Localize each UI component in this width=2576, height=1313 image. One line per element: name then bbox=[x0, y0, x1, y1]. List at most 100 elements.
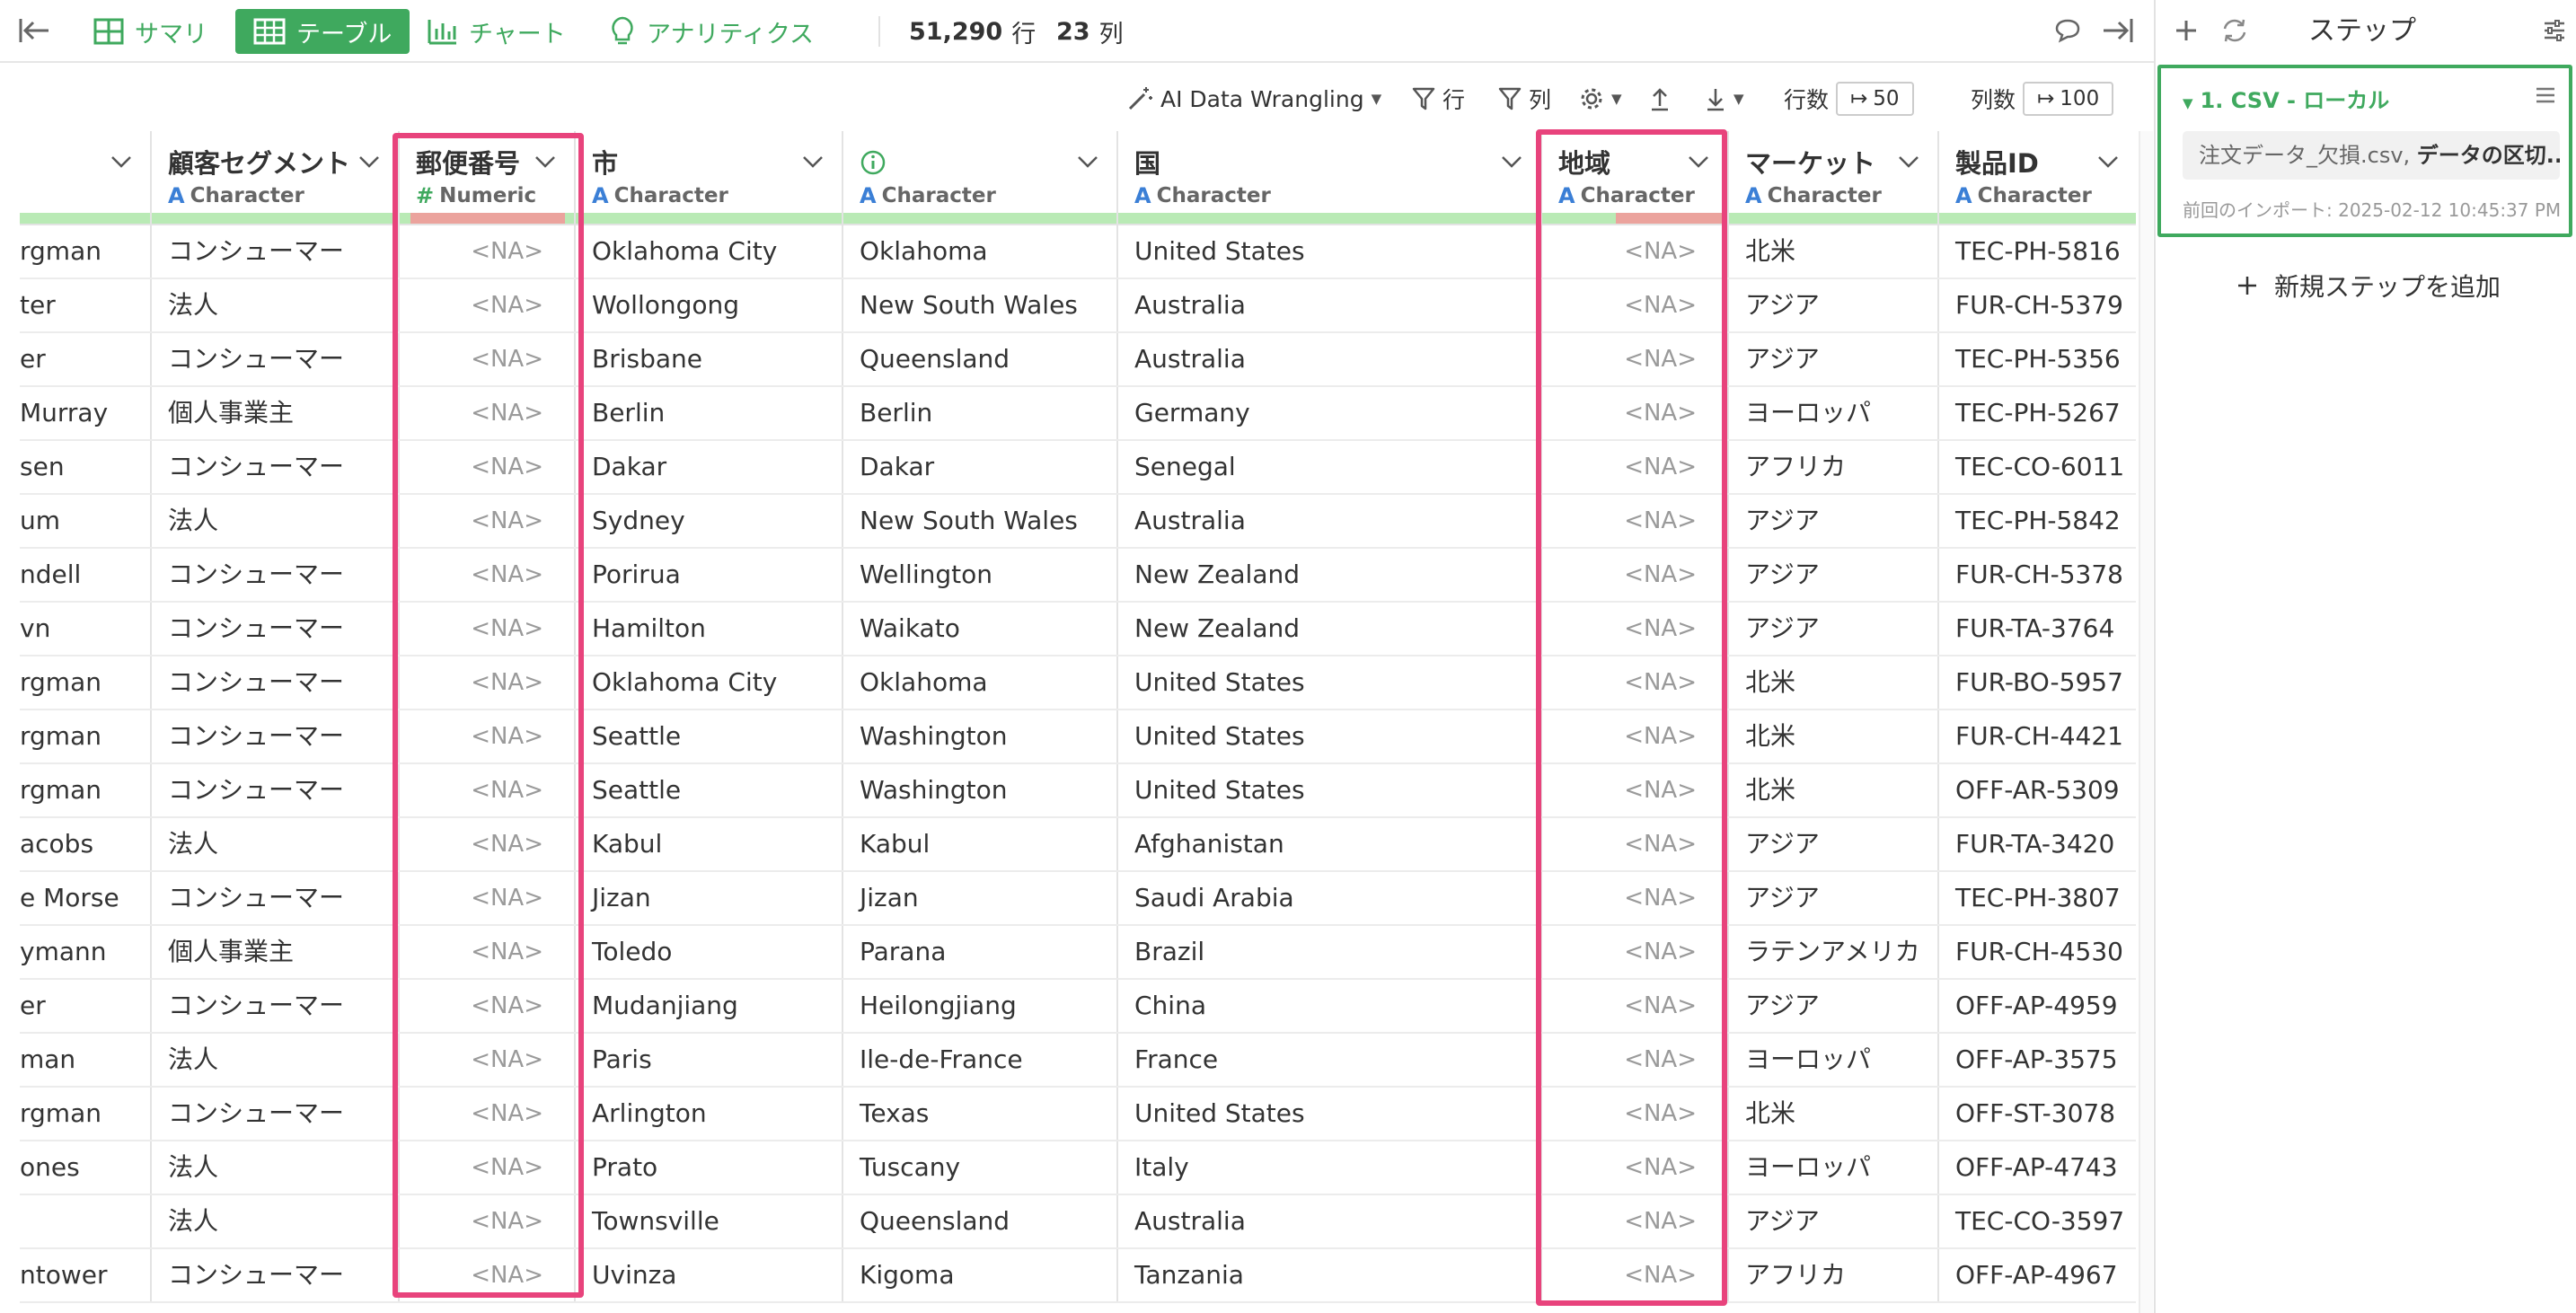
table-cell[interactable]: アジア bbox=[1728, 871, 1939, 926]
table-cell[interactable]: Washington bbox=[842, 709, 1118, 764]
chevron-down-icon[interactable] bbox=[802, 154, 824, 169]
table-cell[interactable]: Oklahoma bbox=[842, 656, 1118, 710]
chevron-down-icon[interactable] bbox=[1898, 154, 1919, 169]
table-cell[interactable]: <NA> bbox=[1541, 709, 1729, 764]
table-row[interactable]: 法人 <NA> Townsville Queensland Australia <NA> ア… bbox=[20, 1194, 2136, 1249]
table-row[interactable]: ter 法人 <NA> Wollongong New South Wales Austra… bbox=[20, 278, 2136, 333]
chevron-down-icon[interactable] bbox=[2097, 154, 2119, 169]
table-cell[interactable]: Dakar bbox=[575, 440, 843, 495]
table-cell[interactable]: コンシューマー bbox=[151, 602, 400, 656]
column-filter-button[interactable]: 列 bbox=[1498, 81, 1551, 117]
table-cell[interactable]: Hamilton bbox=[575, 602, 843, 656]
table-cell[interactable]: Waikato bbox=[842, 602, 1118, 656]
column-header[interactable]: 顧客セグメント A Character bbox=[151, 131, 400, 225]
table-cell[interactable]: アジア bbox=[1728, 979, 1939, 1034]
tab-table[interactable]: テーブル bbox=[235, 9, 410, 54]
table-row[interactable]: ymann 個人事業主 <NA> Toledo Parana Brazil <NA> ラテンア… bbox=[20, 925, 2136, 980]
table-cell[interactable]: コンシューマー bbox=[151, 656, 400, 710]
table-cell[interactable]: sen bbox=[20, 440, 152, 495]
table-cell[interactable]: コンシューマー bbox=[151, 1087, 400, 1141]
table-cell[interactable]: <NA> bbox=[399, 1248, 576, 1303]
table-cell[interactable]: Tanzania bbox=[1117, 1248, 1542, 1303]
table-cell[interactable]: <NA> bbox=[1541, 1248, 1729, 1303]
table-row[interactable]: um 法人 <NA> Sydney New South Wales Australia <N… bbox=[20, 494, 2136, 549]
table-cell[interactable]: OFF-AP-3575 bbox=[1938, 1033, 2136, 1088]
table-cell[interactable]: <NA> bbox=[1541, 1087, 1729, 1141]
add-step-button[interactable]: 新規ステップを追加 bbox=[2236, 268, 2501, 304]
table-cell[interactable]: OFF-AR-5309 bbox=[1938, 763, 2136, 818]
table-cell[interactable]: Queensland bbox=[842, 1194, 1118, 1249]
table-row[interactable]: ones 法人 <NA> Prato Tuscany Italy <NA> ヨーロッパ OFF-… bbox=[20, 1141, 2136, 1195]
table-cell[interactable]: Uvinza bbox=[575, 1248, 843, 1303]
table-cell[interactable]: rgman bbox=[20, 763, 152, 818]
table-cell[interactable]: TEC-PH-5816 bbox=[1938, 225, 2136, 279]
table-row[interactable]: er コンシューマー <NA> Brisbane Queensland Australia… bbox=[20, 332, 2136, 387]
download-button[interactable]: ▼ bbox=[1705, 81, 1744, 117]
table-cell[interactable]: ヨーロッパ bbox=[1728, 1141, 1939, 1195]
table-cell[interactable]: Kigoma bbox=[842, 1248, 1118, 1303]
table-cell[interactable]: Italy bbox=[1117, 1141, 1542, 1195]
table-cell[interactable]: Jizan bbox=[842, 871, 1118, 926]
chevron-down-icon[interactable] bbox=[1077, 154, 1098, 169]
table-cell[interactable]: Seattle bbox=[575, 709, 843, 764]
table-cell[interactable]: <NA> bbox=[399, 386, 576, 441]
table-cell[interactable]: <NA> bbox=[399, 763, 576, 818]
table-cell[interactable]: Porirua bbox=[575, 548, 843, 603]
table-cell[interactable]: vn bbox=[20, 602, 152, 656]
row-limit-input[interactable]: ↦ 50 bbox=[1836, 82, 1914, 116]
table-cell[interactable]: rgman bbox=[20, 1087, 152, 1141]
table-cell[interactable]: Toledo bbox=[575, 925, 843, 980]
table-cell[interactable] bbox=[20, 1194, 152, 1249]
collapse-left-icon[interactable] bbox=[16, 13, 52, 48]
table-cell[interactable]: <NA> bbox=[399, 817, 576, 872]
table-cell[interactable]: Queensland bbox=[842, 332, 1118, 387]
table-cell[interactable]: <NA> bbox=[399, 656, 576, 710]
table-cell[interactable]: Seattle bbox=[575, 763, 843, 818]
table-cell[interactable]: ヨーロッパ bbox=[1728, 1033, 1939, 1088]
table-cell[interactable]: ter bbox=[20, 278, 152, 333]
table-cell[interactable]: <NA> bbox=[1541, 494, 1729, 549]
table-cell[interactable]: Australia bbox=[1117, 332, 1542, 387]
upload-icon[interactable] bbox=[1649, 81, 1671, 117]
chevron-down-icon[interactable] bbox=[1501, 154, 1522, 169]
settings-button[interactable]: ▼ bbox=[1579, 81, 1622, 117]
table-cell[interactable]: Brazil bbox=[1117, 925, 1542, 980]
plus-icon[interactable] bbox=[2168, 13, 2204, 48]
tab-analytics[interactable]: アナリティクス bbox=[609, 9, 814, 54]
refresh-icon[interactable] bbox=[2217, 13, 2253, 48]
chevron-down-icon[interactable] bbox=[358, 154, 380, 169]
table-cell[interactable]: ndell bbox=[20, 548, 152, 603]
table-row[interactable]: rgman コンシューマー <NA> Arlington Texas United Sta… bbox=[20, 1087, 2136, 1141]
table-cell[interactable]: Heilongjiang bbox=[842, 979, 1118, 1034]
chevron-down-icon[interactable] bbox=[534, 154, 556, 169]
table-cell[interactable]: acobs bbox=[20, 817, 152, 872]
table-cell[interactable]: <NA> bbox=[399, 925, 576, 980]
table-cell[interactable]: Oklahoma bbox=[842, 225, 1118, 279]
table-cell[interactable]: Berlin bbox=[575, 386, 843, 441]
table-cell[interactable]: アジア bbox=[1728, 1194, 1939, 1249]
row-filter-button[interactable]: 行 bbox=[1412, 81, 1465, 117]
ai-data-wrangling-button[interactable]: AI Data Wrangling ▼ bbox=[1126, 81, 1381, 117]
table-cell[interactable]: OFF-AP-4959 bbox=[1938, 979, 2136, 1034]
table-row[interactable]: ndell コンシューマー <NA> Porirua Wellington New Zea… bbox=[20, 548, 2136, 603]
table-row[interactable]: rgman コンシューマー <NA> Seattle Washington United … bbox=[20, 763, 2136, 818]
caret-down-icon[interactable]: ▼ bbox=[2183, 95, 2193, 111]
table-cell[interactable]: コンシューマー bbox=[151, 225, 400, 279]
table-row[interactable]: rgman コンシューマー <NA> Seattle Washington United … bbox=[20, 709, 2136, 764]
table-cell[interactable]: <NA> bbox=[399, 1141, 576, 1195]
table-cell[interactable]: FUR-CH-5379 bbox=[1938, 278, 2136, 333]
table-cell[interactable]: OFF-ST-3078 bbox=[1938, 1087, 2136, 1141]
table-cell[interactable]: <NA> bbox=[399, 278, 576, 333]
column-header[interactable]: マーケット A Character bbox=[1728, 131, 1939, 225]
table-cell[interactable]: 北米 bbox=[1728, 709, 1939, 764]
vertical-scrollbar[interactable] bbox=[2139, 131, 2153, 1313]
table-cell[interactable]: OFF-AP-4967 bbox=[1938, 1248, 2136, 1303]
table-row[interactable]: ntower コンシューマー <NA> Uvinza Kigoma Tanzania <NA… bbox=[20, 1248, 2136, 1303]
table-cell[interactable]: New Zealand bbox=[1117, 548, 1542, 603]
table-cell[interactable]: United States bbox=[1117, 763, 1542, 818]
table-cell[interactable]: アジア bbox=[1728, 332, 1939, 387]
table-cell[interactable]: 個人事業主 bbox=[151, 386, 400, 441]
table-cell[interactable]: United States bbox=[1117, 225, 1542, 279]
table-cell[interactable]: ラテンアメリカ bbox=[1728, 925, 1939, 980]
table-cell[interactable]: <NA> bbox=[1541, 925, 1729, 980]
